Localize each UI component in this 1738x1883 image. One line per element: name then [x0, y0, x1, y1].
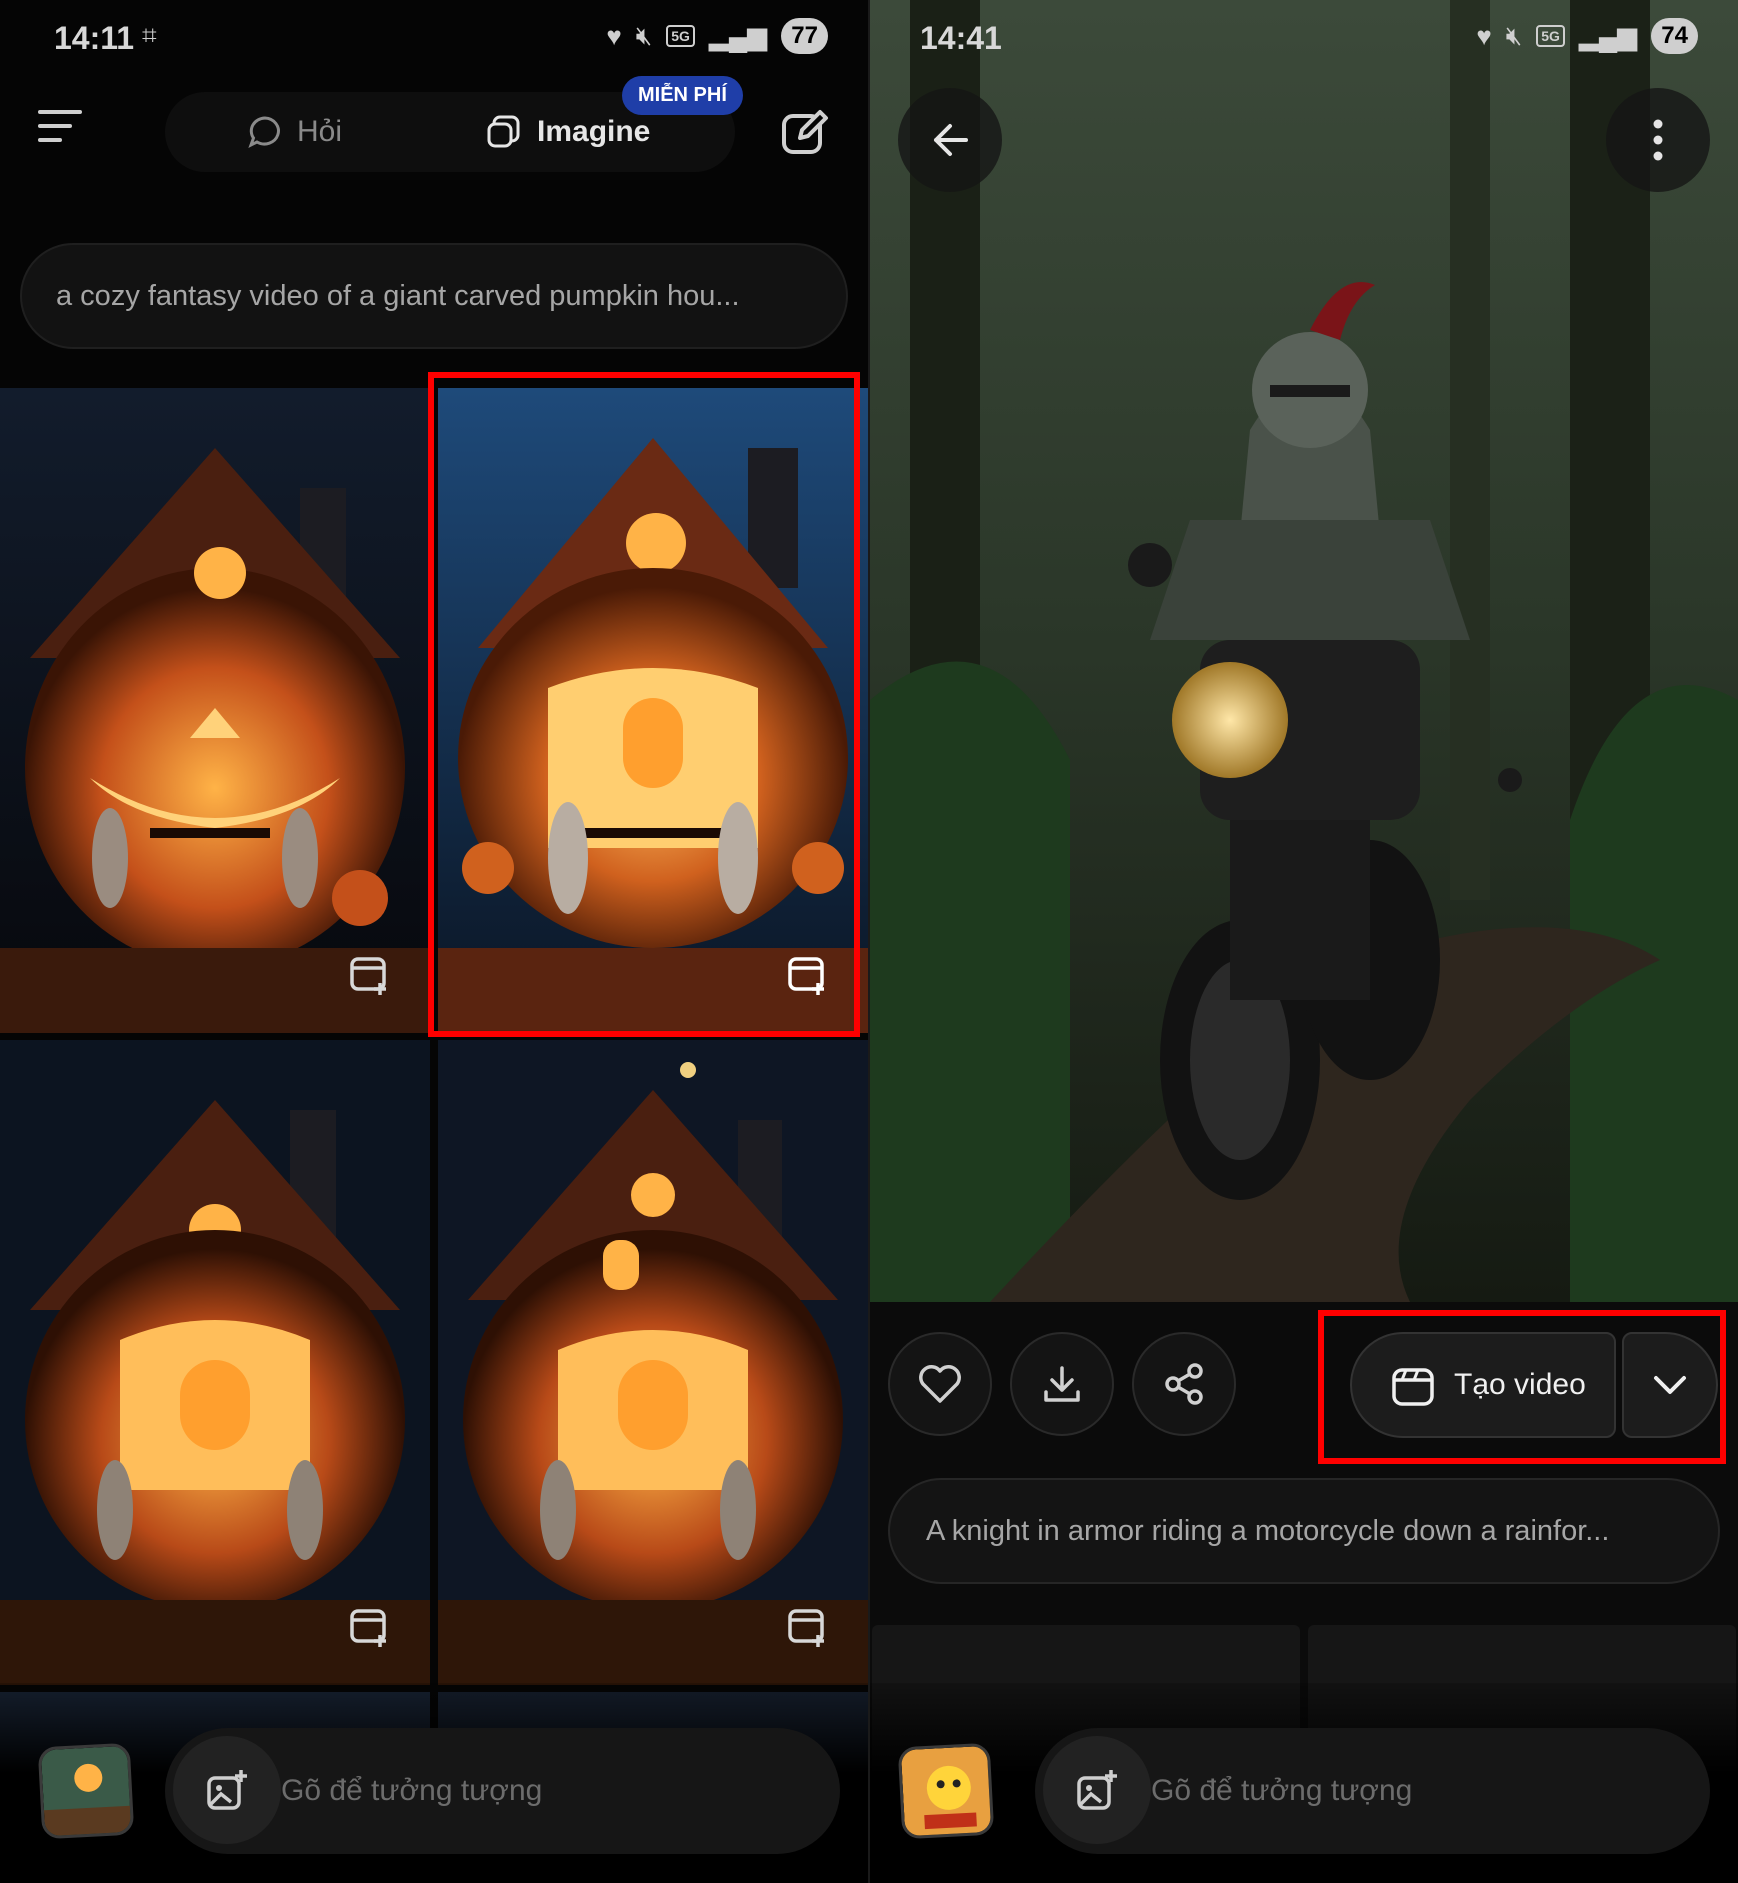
more-options-button[interactable]	[1606, 88, 1710, 192]
share-icon	[1165, 1363, 1203, 1405]
image-tile[interactable]	[0, 388, 430, 1033]
edit-icon[interactable]	[780, 108, 830, 158]
prompt-text[interactable]: a cozy fantasy video of a giant carved p…	[20, 243, 848, 349]
signal-icon: ▂▄▆	[1578, 20, 1638, 51]
tab-ask[interactable]: Hỏi	[247, 92, 342, 172]
status-icons: ♥ 🔇︎ 5G ▂▄▆ 77	[606, 18, 828, 54]
heart-status-icon: ♥	[1476, 20, 1492, 51]
prompt-text[interactable]: A knight in armor riding a motorcycle do…	[888, 1478, 1720, 1584]
add-image-button[interactable]	[173, 1736, 281, 1844]
image-actions: Tạo video	[870, 1332, 1738, 1442]
pumpkin-house-image	[0, 388, 430, 1033]
create-video-label: Tạo video	[1454, 1368, 1586, 1401]
status-icons: ♥ 🔇︎ 5G ▂▄▆ 74	[1476, 18, 1698, 54]
pumpkin-house-image	[438, 388, 868, 1033]
image-tile-selected[interactable]	[438, 388, 868, 1033]
mute-icon: 🔇︎	[1505, 20, 1523, 50]
input-placeholder: Gõ để tưởng tượng	[1151, 1774, 1413, 1807]
left-screen: 14:11 ⌗ ♥ 🔇︎ 5G ▂▄▆ 77 Hỏi Imagine MIỄN …	[0, 0, 868, 1883]
create-video-options[interactable]	[1622, 1332, 1718, 1438]
network-icon: 5G	[1536, 25, 1565, 47]
chevron-down-icon	[1654, 1376, 1686, 1394]
status-time: 14:41	[920, 20, 1002, 56]
imagine-icon	[487, 115, 520, 148]
imagine-input[interactable]: Gõ để tưởng tượng	[1035, 1728, 1710, 1854]
heart-status-icon: ♥	[606, 20, 622, 51]
create-video-button[interactable]: Tạo video	[1350, 1332, 1616, 1438]
battery-level: 74	[1651, 18, 1698, 54]
screenshot-icon: ⌗	[142, 20, 157, 50]
back-button[interactable]	[898, 88, 1002, 192]
generated-image	[870, 0, 1738, 1302]
download-button[interactable]	[1010, 1332, 1114, 1436]
heart-icon	[919, 1365, 961, 1403]
image-add-icon	[1077, 1770, 1117, 1810]
tab-ask-label: Hỏi	[297, 115, 343, 148]
reference-thumbnail[interactable]	[37, 1742, 135, 1840]
image-tile[interactable]	[438, 1040, 868, 1685]
knight-motorcycle-image	[870, 0, 1738, 1302]
right-screen: 14:41 ♥ 🔇︎ 5G ▂▄▆ 74 Tạo video A knight …	[870, 0, 1738, 1883]
more-vertical-icon	[1653, 119, 1663, 161]
image-tile[interactable]	[0, 1040, 430, 1685]
add-image-button[interactable]	[1043, 1736, 1151, 1844]
video-add-icon[interactable]	[348, 1603, 392, 1647]
download-icon	[1044, 1366, 1080, 1402]
imagine-input[interactable]: Gõ để tưởng tượng	[165, 1728, 840, 1854]
image-add-icon	[207, 1770, 247, 1810]
pumpkin-house-image	[0, 1040, 430, 1685]
video-add-icon[interactable]	[786, 951, 830, 995]
back-arrow-icon	[934, 124, 968, 156]
status-time: 14:11	[54, 20, 135, 56]
chat-bubble-icon	[248, 116, 280, 149]
battery-level: 77	[781, 18, 828, 54]
video-add-icon[interactable]	[786, 1603, 830, 1647]
pumpkin-house-image	[438, 1040, 868, 1685]
network-icon: 5G	[666, 25, 695, 47]
status-bar: 14:11 ⌗ ♥ 🔇︎ 5G ▂▄▆ 77	[0, 0, 868, 80]
free-badge: MIỄN PHÍ	[622, 76, 743, 115]
menu-icon[interactable]	[38, 110, 84, 150]
mute-icon: 🔇︎	[635, 20, 653, 50]
input-placeholder: Gõ để tưởng tượng	[281, 1774, 543, 1807]
status-bar: 14:41 ♥ 🔇︎ 5G ▂▄▆ 74	[870, 0, 1738, 80]
like-button[interactable]	[888, 1332, 992, 1436]
thumbnail-image	[40, 1745, 135, 1840]
reference-thumbnail[interactable]	[897, 1742, 995, 1840]
signal-icon: ▂▄▆	[708, 20, 768, 51]
tab-imagine-label: Imagine	[537, 115, 651, 148]
thumbnail-image	[900, 1745, 995, 1840]
video-add-icon[interactable]	[348, 951, 392, 995]
clapperboard-icon	[1392, 1368, 1434, 1406]
share-button[interactable]	[1132, 1332, 1236, 1436]
